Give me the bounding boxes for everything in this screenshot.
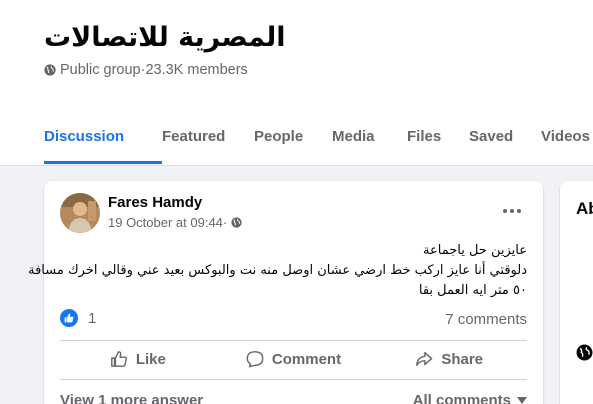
- group-tabs: Discussion Featured People Media Files S…: [44, 110, 593, 166]
- comment-icon: [246, 351, 264, 368]
- group-meta: Public group · 23.3K members: [44, 62, 248, 78]
- reactions-summary[interactable]: 1: [60, 309, 96, 327]
- tab-people[interactable]: People: [254, 110, 332, 162]
- tab-featured[interactable]: Featured: [162, 110, 254, 162]
- like-icon: [110, 351, 127, 367]
- group-header: المصرية للاتصالات Public group · 23.3K m…: [0, 0, 593, 166]
- like-label: Like: [135, 350, 166, 368]
- about-heading: Ab: [576, 199, 593, 218]
- avatar-image: [60, 193, 100, 233]
- share-label: Share: [441, 350, 484, 368]
- chevron-down-icon: [517, 397, 527, 404]
- all-comments-dropdown[interactable]: All comments: [413, 392, 527, 404]
- tab-videos[interactable]: Videos: [541, 110, 593, 162]
- comment-button[interactable]: Comment: [216, 341, 372, 377]
- tab-saved[interactable]: Saved: [469, 110, 541, 162]
- like-button[interactable]: Like: [60, 341, 216, 377]
- reaction-count: 1: [88, 309, 97, 327]
- tab-media[interactable]: Media: [332, 110, 407, 162]
- post-text: عايزين حل ياجماعة دلوقتي أنا عايز اركب خ…: [28, 241, 527, 301]
- post-actions: Like Comment Share: [60, 341, 527, 377]
- post-timestamp[interactable]: 19 October at 09:44: [108, 215, 223, 230]
- globe-icon: [576, 344, 593, 361]
- post-text-line: دلوقتي أنا عايز اركب خط ارضي عشان اوصل م…: [28, 263, 527, 278]
- all-comments-label: All comments: [412, 392, 511, 404]
- post-author[interactable]: Fares Hamdy: [108, 194, 202, 211]
- post-meta: 19 October at 09:44 ·: [108, 215, 242, 230]
- group-privacy: Public group: [60, 62, 141, 78]
- post-text-line: ٥٠ متر ايه العمل بقا: [418, 283, 527, 298]
- comment-label: Comment: [271, 350, 342, 368]
- meta-separator: ·: [222, 215, 228, 230]
- like-reaction-icon: [60, 309, 78, 327]
- tab-files[interactable]: Files: [407, 110, 469, 162]
- post-text-line: عايزين حل ياجماعة: [423, 243, 527, 258]
- globe-icon: [231, 217, 242, 228]
- group-title[interactable]: المصرية للاتصالات: [44, 22, 286, 53]
- more-options-icon[interactable]: [496, 199, 528, 223]
- divider: [60, 379, 527, 380]
- view-more-answers-link[interactable]: View 1 more answer: [60, 392, 203, 404]
- about-card: Ab: [560, 181, 593, 404]
- globe-icon: [44, 64, 56, 76]
- avatar[interactable]: [60, 193, 100, 233]
- post-card: Fares Hamdy 19 October at 09:44 · عايزين…: [28, 181, 543, 404]
- tab-discussion[interactable]: Discussion: [44, 110, 162, 164]
- comments-count[interactable]: 7 comments: [445, 311, 527, 328]
- share-icon: [416, 351, 433, 367]
- member-count[interactable]: 23.3K members: [145, 62, 247, 78]
- share-button[interactable]: Share: [371, 341, 527, 377]
